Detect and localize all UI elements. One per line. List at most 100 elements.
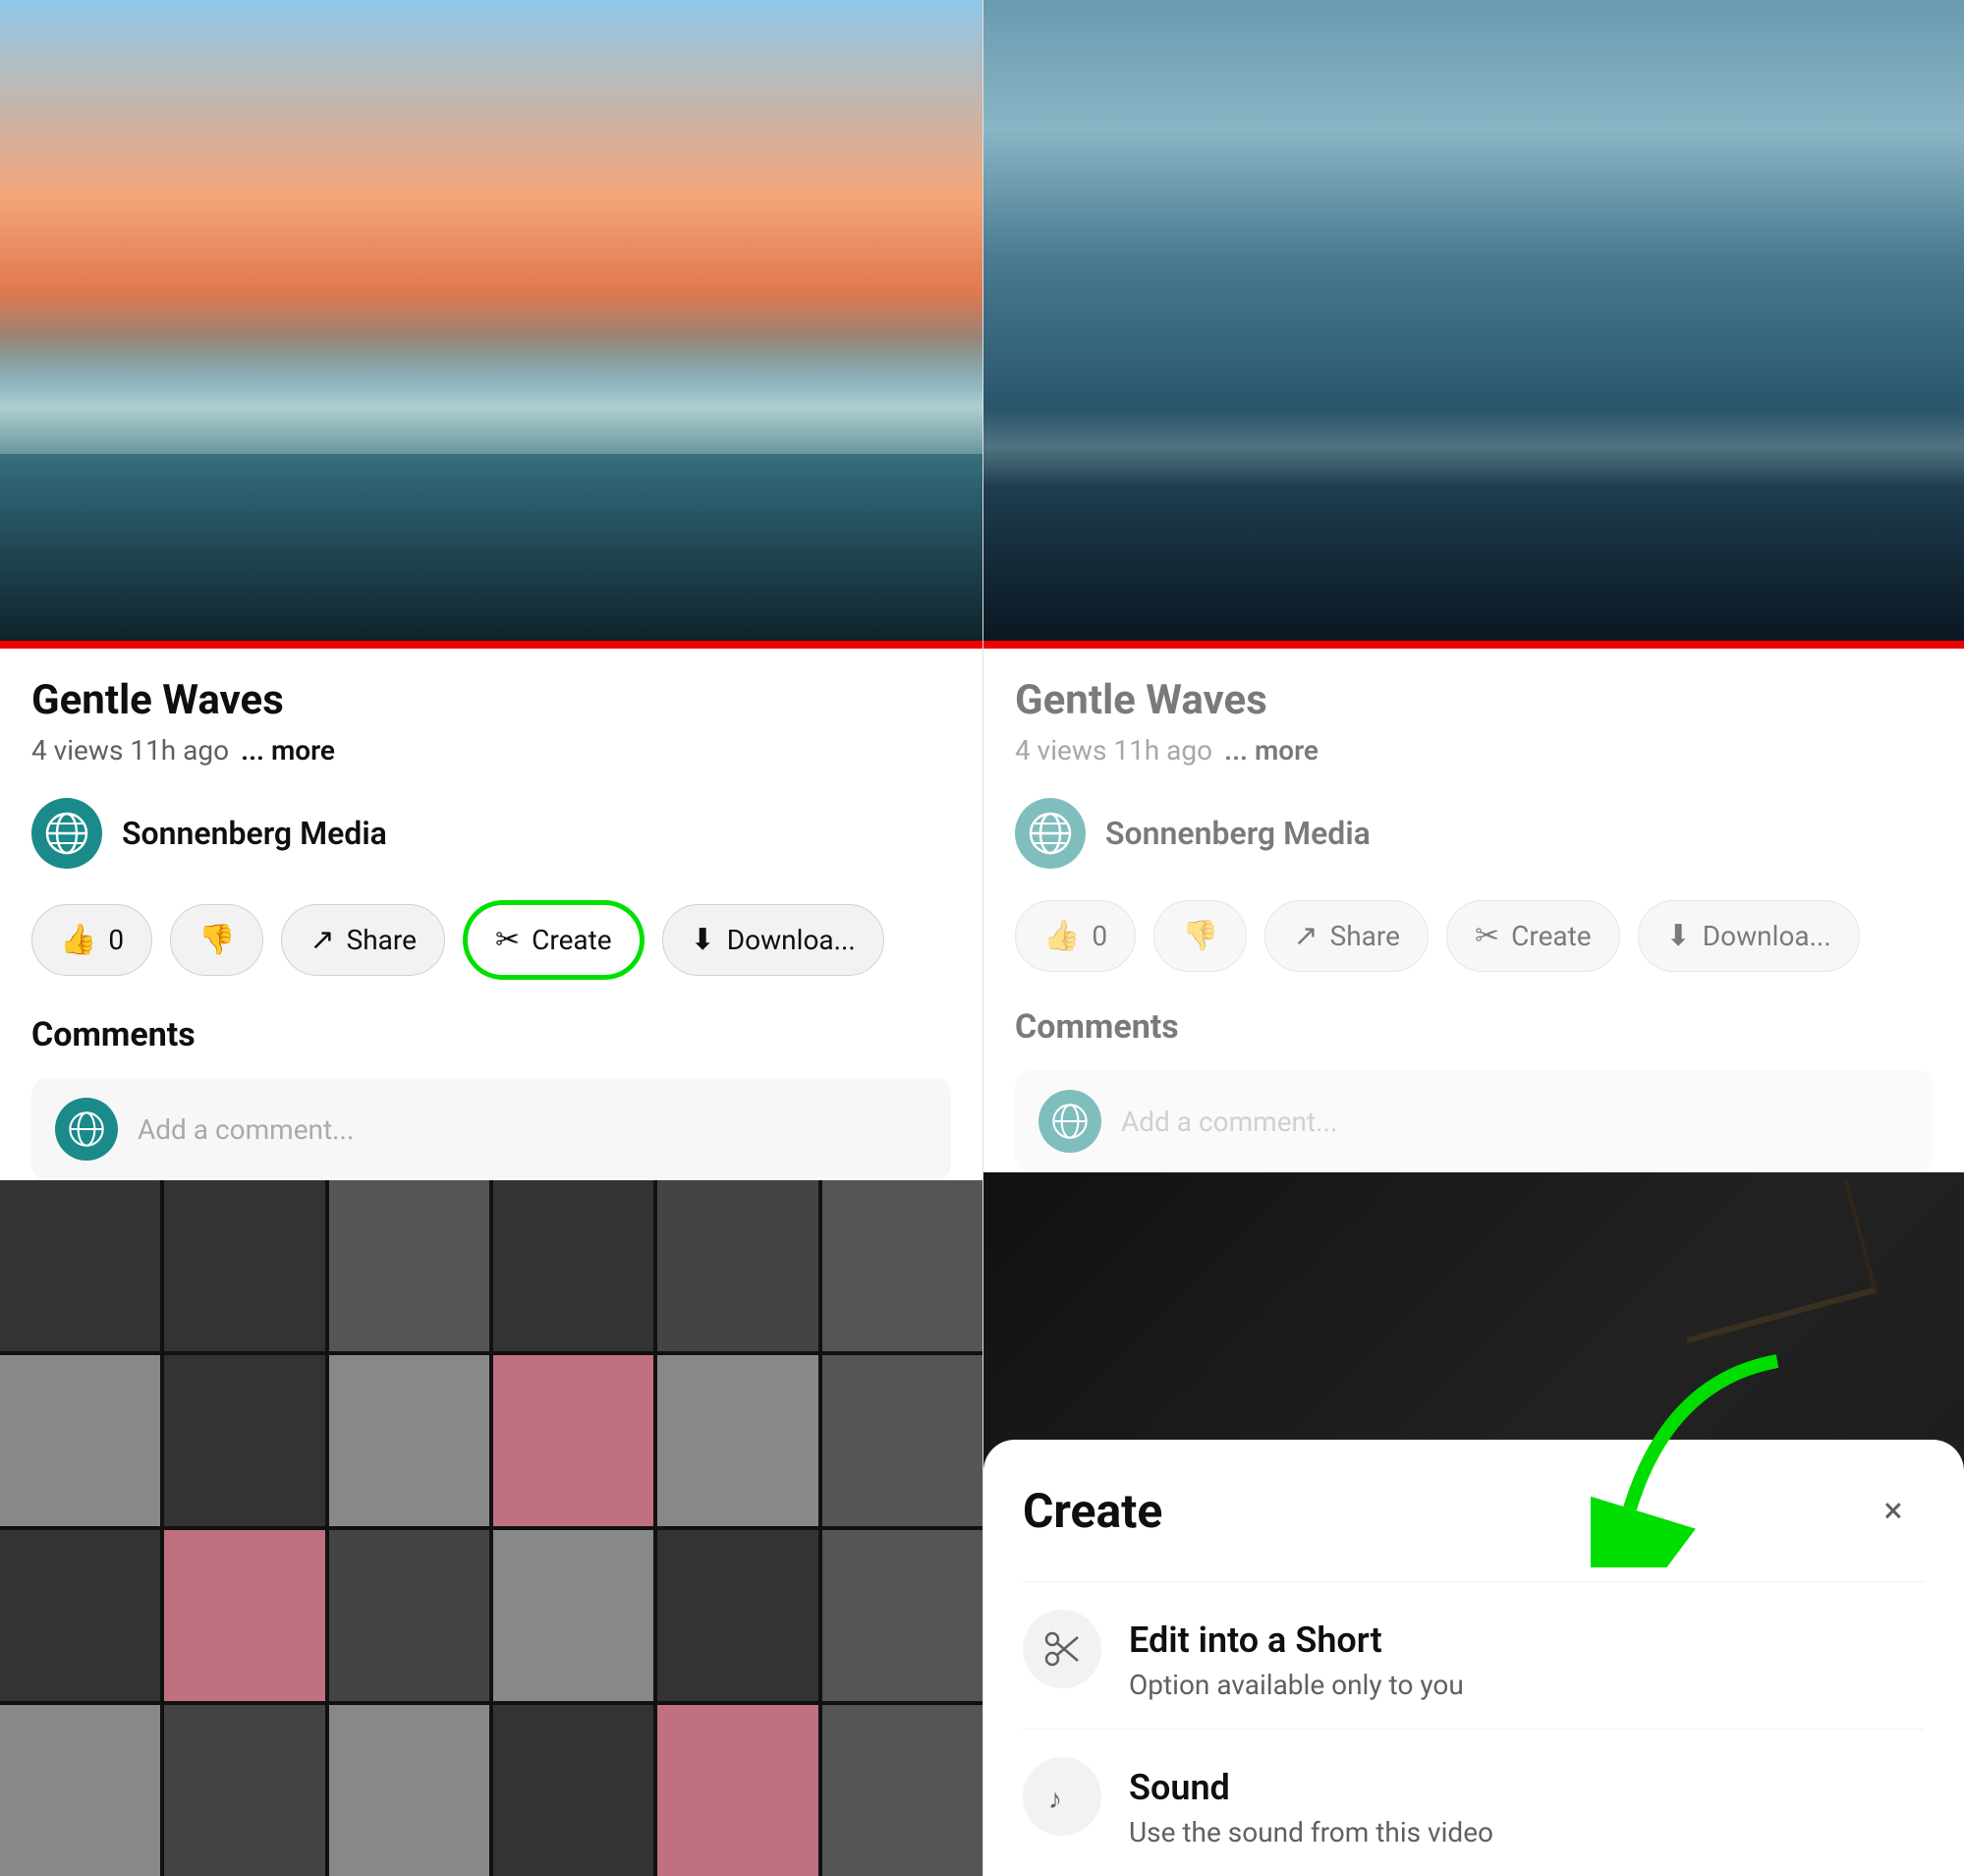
right-like-button[interactable]: 👍 0 — [1015, 900, 1136, 972]
globe-icon — [43, 810, 90, 857]
right-globe-icon — [1027, 810, 1074, 857]
blur-cell — [657, 1530, 817, 1701]
right-video-title: Gentle Waves — [1015, 676, 1933, 724]
left-comment-avatar — [55, 1098, 118, 1161]
blur-cell — [164, 1705, 324, 1876]
modal-header: Create × — [1023, 1479, 1925, 1542]
blur-cell — [164, 1355, 324, 1526]
green-arrow-svg — [1591, 1351, 1787, 1567]
left-panel: Gentle Waves 4 views 11h ago ... more So… — [0, 0, 982, 1876]
left-channel-avatar[interactable] — [31, 798, 102, 869]
blur-cell — [0, 1355, 160, 1526]
left-share-button[interactable]: ↗ Share — [281, 904, 445, 976]
left-comment-input-row[interactable]: Add a comment... — [31, 1078, 951, 1180]
blur-cell — [493, 1530, 653, 1701]
left-video-meta: 4 views 11h ago ... more — [31, 734, 951, 767]
blur-cell — [657, 1355, 817, 1526]
blur-cell — [329, 1355, 489, 1526]
left-more-link[interactable]: ... more — [241, 734, 335, 767]
right-comment-placeholder: Add a comment... — [1121, 1106, 1337, 1138]
left-create-button[interactable]: ✂ Create — [463, 900, 645, 980]
left-comments-title: Comments — [31, 1015, 951, 1054]
create-icon: ✂ — [495, 923, 520, 957]
right-download-button[interactable]: ⬇ Downloa... — [1638, 900, 1860, 972]
right-download-icon: ⬇ — [1666, 919, 1691, 953]
right-action-bar: 👍 0 👎 ↗ Share ✂ Create ⬇ Downloa... — [1015, 900, 1933, 972]
edit-short-icon — [1023, 1610, 1101, 1688]
right-bottom-content: Create × Edit into a Short Op — [983, 1172, 1964, 1876]
right-channel-row: Sonnenberg Media — [1015, 798, 1933, 869]
right-panel: Gentle Waves 4 views 11h ago ... more So… — [982, 0, 1964, 1876]
blur-cell — [822, 1705, 982, 1876]
music-note-icon: ♪ — [1042, 1777, 1082, 1816]
right-channel-name: Sonnenberg Media — [1105, 815, 1371, 852]
sound-icon-container: ♪ — [1023, 1757, 1101, 1836]
svg-text:♪: ♪ — [1048, 1783, 1062, 1815]
right-comments-section: Comments Add a comment... — [1015, 1007, 1933, 1172]
left-channel-row: Sonnenberg Media — [31, 798, 951, 869]
right-thumbs-down-icon: 👎 — [1182, 919, 1218, 953]
blur-cell — [329, 1705, 489, 1876]
right-comment-avatar — [1038, 1090, 1101, 1153]
blur-cell — [164, 1180, 324, 1351]
blur-cell — [0, 1530, 160, 1701]
left-dislike-button[interactable]: 👎 — [170, 904, 263, 976]
thumbs-down-icon: 👎 — [198, 923, 235, 957]
edit-short-subtitle: Option available only to you — [1129, 1669, 1464, 1701]
left-download-button[interactable]: ⬇ Downloa... — [662, 904, 884, 976]
green-arrow — [1591, 1351, 1787, 1571]
right-comments-title: Comments — [1015, 1007, 1933, 1047]
right-wave-overlay — [983, 408, 1964, 486]
right-create-icon: ✂ — [1475, 919, 1499, 953]
download-icon: ⬇ — [691, 923, 715, 957]
sound-subtitle: Use the sound from this video — [1129, 1816, 1493, 1848]
left-comment-placeholder: Add a comment... — [138, 1113, 354, 1146]
edit-short-text: Edit into a Short Option available only … — [1129, 1610, 1464, 1701]
right-comment-globe-icon — [1050, 1102, 1090, 1141]
blur-cell — [822, 1180, 982, 1351]
blur-cell — [493, 1180, 653, 1351]
right-video-meta: 4 views 11h ago ... more — [1015, 734, 1933, 767]
blur-cell — [329, 1530, 489, 1701]
blur-cell — [0, 1705, 160, 1876]
left-comments-section: Comments Add a comment... — [31, 1015, 951, 1180]
left-video-title: Gentle Waves — [31, 676, 951, 724]
modal-item-edit-short[interactable]: Edit into a Short Option available only … — [1023, 1581, 1925, 1729]
share-icon: ↗ — [309, 923, 334, 957]
blur-cell — [493, 1355, 653, 1526]
left-channel-name: Sonnenberg Media — [122, 815, 387, 852]
blur-cell — [329, 1180, 489, 1351]
blur-cell — [493, 1705, 653, 1876]
thumbs-up-icon: 👍 — [60, 923, 96, 957]
right-share-button[interactable]: ↗ Share — [1264, 900, 1429, 972]
left-like-button[interactable]: 👍 0 — [31, 904, 152, 976]
right-channel-avatar[interactable] — [1015, 798, 1086, 869]
modal-close-button[interactable]: × — [1862, 1479, 1925, 1542]
right-create-button[interactable]: ✂ Create — [1446, 900, 1620, 972]
scissors-icon — [1042, 1629, 1082, 1669]
right-thumbs-up-icon: 👍 — [1043, 919, 1080, 953]
blur-cell — [657, 1705, 817, 1876]
blur-cell — [657, 1180, 817, 1351]
blur-cell — [822, 1355, 982, 1526]
right-share-icon: ↗ — [1293, 919, 1318, 953]
right-video-info: Gentle Waves 4 views 11h ago ... more So… — [983, 649, 1964, 1172]
wave-overlay — [0, 336, 982, 454]
left-bottom-content — [0, 1180, 982, 1876]
right-comment-input-row[interactable]: Add a comment... — [1015, 1070, 1933, 1172]
right-video-thumbnail — [983, 0, 1964, 649]
modal-item-sound[interactable]: ♪ Sound Use the sound from this video — [1023, 1729, 1925, 1876]
sound-text: Sound Use the sound from this video — [1129, 1757, 1493, 1848]
right-more-link[interactable]: ... more — [1224, 734, 1319, 767]
comment-globe-icon — [67, 1109, 106, 1149]
left-video-thumbnail — [0, 0, 982, 649]
left-video-info: Gentle Waves 4 views 11h ago ... more So… — [0, 649, 982, 1180]
create-modal: Create × Edit into a Short Op — [983, 1440, 1964, 1876]
edit-short-title: Edit into a Short — [1129, 1620, 1464, 1661]
blur-cell — [0, 1180, 160, 1351]
blur-cell — [822, 1530, 982, 1701]
modal-title: Create — [1023, 1483, 1162, 1539]
blur-cell — [164, 1530, 324, 1701]
right-dislike-button[interactable]: 👎 — [1153, 900, 1247, 972]
sound-title: Sound — [1129, 1767, 1493, 1808]
